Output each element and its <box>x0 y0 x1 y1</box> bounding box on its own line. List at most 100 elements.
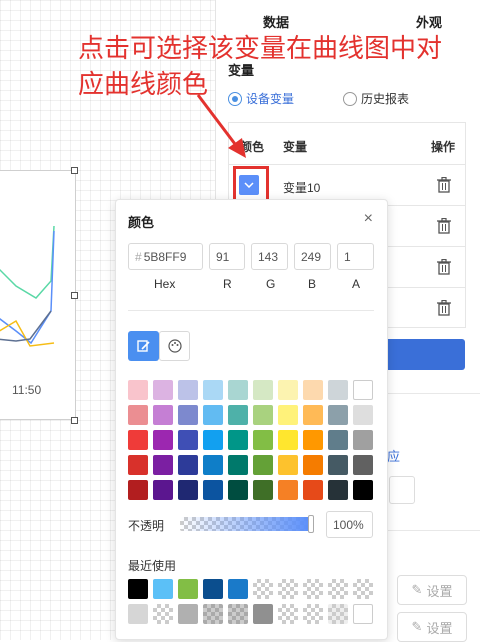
palette-swatch[interactable] <box>178 405 198 425</box>
palette-swatch[interactable] <box>303 480 323 500</box>
number-stepper[interactable] <box>389 476 415 504</box>
settings-button[interactable]: ✎ 设置 <box>397 612 467 642</box>
recent-color-swatch[interactable] <box>178 579 198 599</box>
hex-input[interactable]: #5B8FF9 <box>128 243 203 270</box>
palette-swatch[interactable] <box>153 480 173 500</box>
resize-handle-bottom[interactable] <box>71 417 78 424</box>
partial-link-text[interactable]: 应 <box>387 446 400 465</box>
palette-swatch[interactable] <box>253 430 273 450</box>
recent-color-swatch[interactable] <box>228 579 248 599</box>
palette-swatch[interactable] <box>328 380 348 400</box>
palette-mode-button[interactable] <box>159 331 190 361</box>
recent-color-swatch[interactable] <box>353 604 373 624</box>
palette-swatch[interactable] <box>128 430 148 450</box>
blue-input[interactable]: 249 <box>294 243 331 270</box>
add-variable-button[interactable] <box>385 339 465 370</box>
palette-swatch[interactable] <box>278 480 298 500</box>
recent-color-swatch[interactable] <box>278 579 298 599</box>
palette-swatch[interactable] <box>153 430 173 450</box>
palette-swatch[interactable] <box>128 405 148 425</box>
palette-swatch[interactable] <box>153 405 173 425</box>
recent-color-swatch[interactable] <box>178 604 198 624</box>
red-label: R <box>223 277 232 291</box>
recent-color-swatch[interactable] <box>128 604 148 624</box>
recent-color-swatch[interactable] <box>253 579 273 599</box>
trash-icon[interactable] <box>437 177 451 193</box>
recent-color-swatch[interactable] <box>328 579 348 599</box>
recent-color-swatch[interactable] <box>253 604 273 624</box>
opacity-input[interactable]: 100% <box>326 511 373 538</box>
alpha-value: 1 <box>344 250 351 264</box>
tab-data[interactable]: 数据 <box>263 12 289 31</box>
green-input[interactable]: 143 <box>251 243 288 270</box>
palette-swatch[interactable] <box>253 455 273 475</box>
recent-color-swatch[interactable] <box>303 579 323 599</box>
palette-swatch[interactable] <box>178 430 198 450</box>
variable-table-header: 颜色 变量 操作 <box>229 123 465 165</box>
palette-swatch[interactable] <box>128 455 148 475</box>
recent-color-swatch[interactable] <box>153 579 173 599</box>
palette-edit-mode-button[interactable] <box>128 331 159 361</box>
recent-color-swatch[interactable] <box>328 604 348 624</box>
recent-color-swatch[interactable] <box>278 604 298 624</box>
palette-swatch[interactable] <box>303 380 323 400</box>
palette-swatch[interactable] <box>203 380 223 400</box>
palette-swatch[interactable] <box>128 380 148 400</box>
palette-swatch[interactable] <box>353 480 373 500</box>
palette-swatch[interactable] <box>253 380 273 400</box>
palette-swatch[interactable] <box>228 380 248 400</box>
trash-icon[interactable] <box>437 259 451 275</box>
resize-handle-middle[interactable] <box>71 292 78 299</box>
palette-swatch[interactable] <box>328 405 348 425</box>
palette-swatch[interactable] <box>228 430 248 450</box>
palette-swatch[interactable] <box>278 455 298 475</box>
palette-swatch[interactable] <box>228 455 248 475</box>
palette-swatch[interactable] <box>303 430 323 450</box>
resize-handle-top[interactable] <box>71 167 78 174</box>
palette-swatch[interactable] <box>328 455 348 475</box>
recent-color-swatch[interactable] <box>153 604 173 624</box>
palette-swatch[interactable] <box>303 455 323 475</box>
blue-value: 249 <box>301 250 322 264</box>
annotation-arrow-icon <box>196 94 246 158</box>
red-input[interactable]: 91 <box>209 243 245 270</box>
palette-swatch[interactable] <box>203 405 223 425</box>
palette-swatch[interactable] <box>278 380 298 400</box>
palette-swatch[interactable] <box>353 380 373 400</box>
palette-swatch[interactable] <box>128 480 148 500</box>
recent-color-swatch[interactable] <box>203 604 223 624</box>
recent-color-swatch[interactable] <box>203 579 223 599</box>
recent-color-swatch[interactable] <box>228 604 248 624</box>
opacity-slider-thumb[interactable] <box>308 515 314 533</box>
palette-swatch[interactable] <box>203 430 223 450</box>
tab-appearance[interactable]: 外观 <box>416 12 442 31</box>
settings-button[interactable]: ✎ 设置 <box>397 575 467 605</box>
palette-swatch[interactable] <box>253 480 273 500</box>
close-icon[interactable]: × <box>364 210 373 228</box>
palette-swatch[interactable] <box>253 405 273 425</box>
recent-color-swatch[interactable] <box>353 579 373 599</box>
trash-icon[interactable] <box>437 218 451 234</box>
palette-swatch[interactable] <box>228 480 248 500</box>
palette-swatch[interactable] <box>328 430 348 450</box>
palette-swatch[interactable] <box>178 455 198 475</box>
palette-swatch[interactable] <box>178 480 198 500</box>
palette-swatch[interactable] <box>278 405 298 425</box>
recent-color-swatch[interactable] <box>303 604 323 624</box>
alpha-input[interactable]: 1 <box>337 243 374 270</box>
palette-swatch[interactable] <box>178 380 198 400</box>
palette-swatch[interactable] <box>303 405 323 425</box>
palette-swatch[interactable] <box>353 430 373 450</box>
palette-swatch[interactable] <box>153 380 173 400</box>
opacity-slider[interactable] <box>180 517 310 531</box>
palette-swatch[interactable] <box>353 455 373 475</box>
palette-swatch[interactable] <box>203 480 223 500</box>
palette-swatch[interactable] <box>278 430 298 450</box>
palette-swatch[interactable] <box>228 405 248 425</box>
palette-swatch[interactable] <box>328 480 348 500</box>
trash-icon[interactable] <box>437 300 451 316</box>
recent-color-swatch[interactable] <box>128 579 148 599</box>
palette-swatch[interactable] <box>203 455 223 475</box>
palette-swatch[interactable] <box>353 405 373 425</box>
palette-swatch[interactable] <box>153 455 173 475</box>
